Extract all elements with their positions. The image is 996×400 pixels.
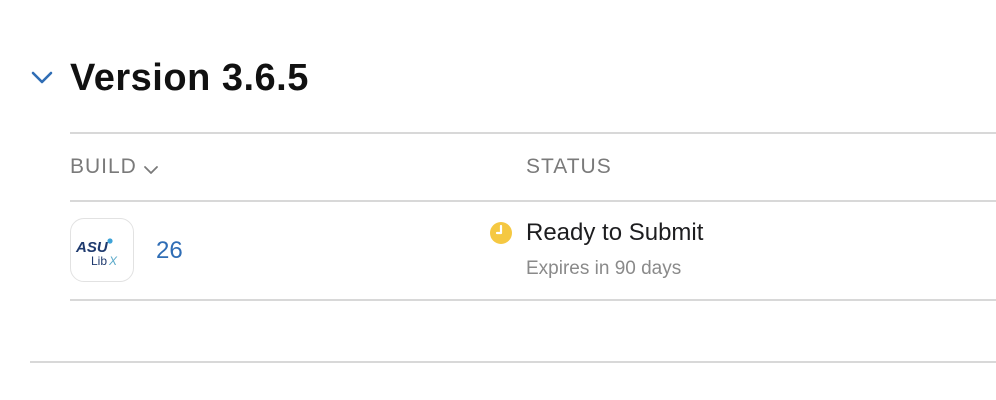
status-detail: Expires in 90 days [526, 258, 682, 279]
chevron-down-icon [143, 159, 159, 175]
divider [70, 200, 996, 202]
svg-text:Lib: Lib [91, 254, 107, 268]
version-title: Version 3.6.5 [70, 57, 309, 99]
clock-icon [489, 221, 513, 245]
column-header-status: STATUS [526, 154, 612, 180]
version-panel: Version 3.6.5 BUILD STATUS ASU Lib X 26 [0, 0, 996, 400]
collapse-chevron-icon[interactable] [28, 63, 56, 91]
divider [30, 361, 996, 363]
svg-text:X: X [108, 254, 118, 268]
column-header-build[interactable]: BUILD [70, 154, 159, 180]
column-header-build-label: BUILD [70, 155, 137, 178]
status-label: Ready to Submit [526, 219, 704, 246]
app-icon: ASU Lib X [70, 218, 134, 282]
build-number-link[interactable]: 26 [156, 236, 183, 266]
column-header-status-label: STATUS [526, 155, 612, 178]
divider [70, 132, 996, 134]
app-logo: ASU Lib X [75, 238, 118, 268]
divider [70, 299, 996, 301]
